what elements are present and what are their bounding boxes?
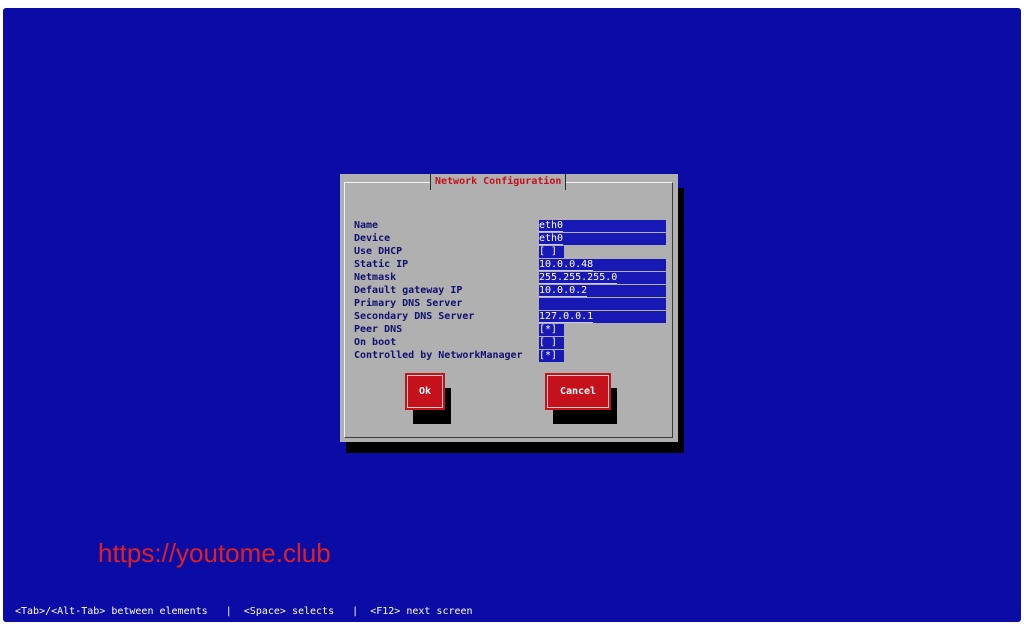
netmask-field[interactable]: 255.255.255.0 [539,272,666,284]
device-field[interactable]: eth0 [539,233,666,245]
label-device: Device [354,233,391,244]
static-ip-field[interactable]: 10.0.0.48 [539,259,666,271]
label-use-dhcp: Use DHCP [354,246,403,257]
controlled-by-networkmanager-checkbox[interactable]: [*] [539,350,564,362]
netmask-value: 255.255.255.0 [539,272,618,284]
label-peer-dns: Peer DNS [354,324,403,335]
dialog-title: Network Configuration [430,174,567,190]
label-primary-dns-server: Primary DNS Server [354,298,463,309]
peer-dns-checkbox[interactable]: [*] [539,324,564,336]
use-dhcp-checkbox[interactable]: [ ] [539,246,564,258]
label-controlled-by-networkmanager: Controlled by NetworkManager [354,350,523,361]
label-static-ip: Static IP [354,259,409,270]
ok-button[interactable]: Ok [405,373,445,410]
secondary-dns-server-field[interactable]: 127.0.0.1 [539,311,666,323]
label-default-gateway-ip: Default gateway IP [354,285,463,296]
label-name: Name [354,220,379,231]
label-netmask: Netmask [354,272,397,283]
default-gateway-ip-field[interactable]: 10.0.0.2 [539,285,666,297]
label-on-boot: On boot [354,337,397,348]
secondary-dns-server-value: 127.0.0.1 [539,311,594,323]
device-value: eth0 [539,233,564,245]
default-gateway-ip-value: 10.0.0.2 [539,285,588,297]
watermark-url: https://youtome.club [98,538,331,568]
label-secondary-dns-server: Secondary DNS Server [354,311,475,322]
primary-dns-server-field[interactable] [539,298,666,310]
network-configuration-dialog: Network Configuration Name eth0 Device e… [340,174,678,442]
on-boot-checkbox[interactable]: [ ] [539,337,564,349]
console-screen: Network Configuration Name eth0 Device e… [3,8,1021,622]
name-value: eth0 [539,220,564,232]
static-ip-value: 10.0.0.48 [539,259,594,271]
cancel-button[interactable]: Cancel [545,373,611,410]
status-bar-help: <Tab>/<Alt-Tab> between elements | <Spac… [15,606,473,617]
name-field[interactable]: eth0 [539,220,666,232]
